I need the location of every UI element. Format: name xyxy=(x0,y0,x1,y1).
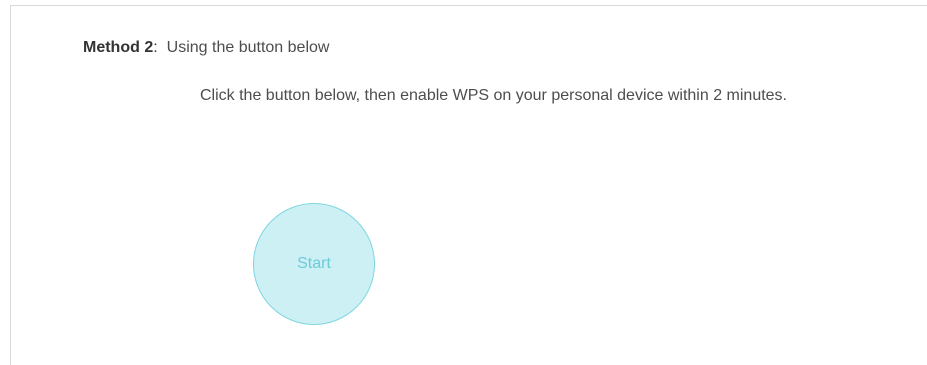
method-label: Method 2 xyxy=(83,39,154,56)
method-description: Using the button below xyxy=(166,39,330,56)
wps-method-panel: Method 2: Using the button below Click t… xyxy=(10,5,927,365)
method-colon: : xyxy=(153,39,158,56)
method-heading: Method 2: Using the button below xyxy=(83,39,329,57)
wps-instructions: Click the button below, then enable WPS … xyxy=(200,87,787,104)
start-button-label: Start xyxy=(297,255,331,272)
start-wps-button[interactable]: Start xyxy=(253,203,375,325)
